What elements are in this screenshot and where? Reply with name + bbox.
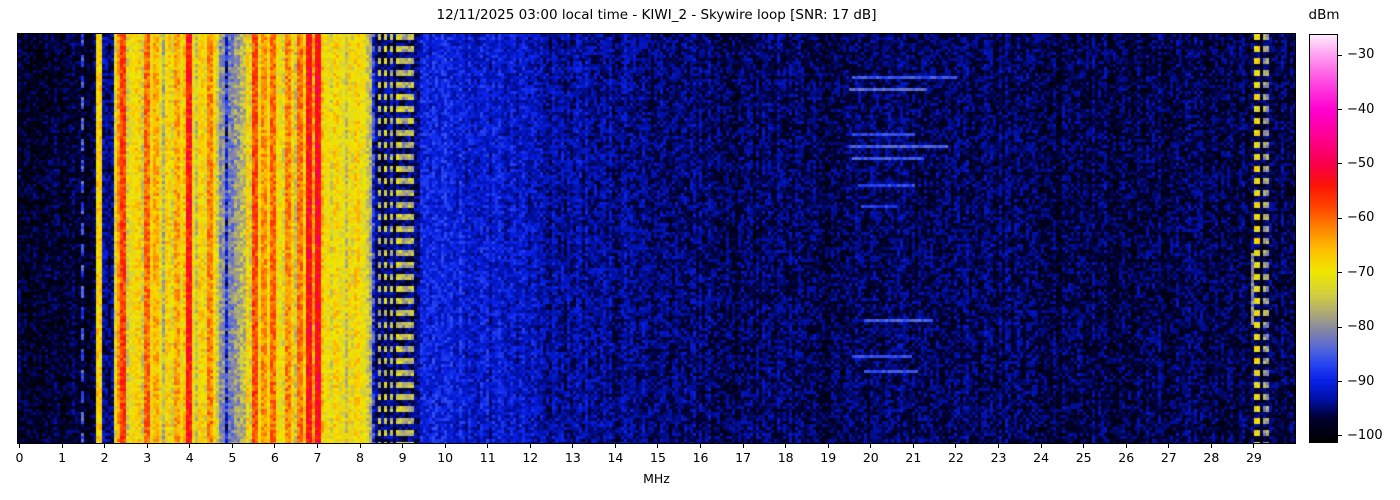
x-tick-mark [742,444,744,448]
x-tick-label: 4 [185,450,194,465]
colorbar-tick-mark [1338,381,1342,383]
x-tick-mark [1253,444,1255,448]
colorbar-tick-label: −100 [1347,427,1383,443]
colorbar-tick-label: −60 [1347,210,1375,226]
x-tick-mark [955,444,957,448]
colorbar-tick-label: −50 [1347,155,1375,171]
x-tick-label: 12 [522,450,539,465]
x-tick-mark [231,444,233,448]
x-tick-mark [785,444,787,448]
colorbar-tick-mark [1338,54,1342,56]
x-tick-mark [827,444,829,448]
colorbar-tick-mark [1338,217,1342,219]
x-tick-mark [614,444,616,448]
x-tick-mark [402,444,404,448]
x-tick-label: 25 [1075,450,1092,465]
spectrogram-figure: 12/11/2025 03:00 local time - KIWI_2 - S… [0,0,1400,500]
colorbar-tick-label: −90 [1347,373,1375,389]
x-tick-label: 22 [947,450,964,465]
x-tick-label: 19 [820,450,837,465]
colorbar-unit-label: dBm [1308,7,1340,23]
x-tick-mark [1040,444,1042,448]
x-tick-mark [19,444,20,448]
x-tick-mark [870,444,872,448]
x-tick-mark [1125,444,1127,448]
colorbar-tick-mark [1338,163,1342,165]
x-tick-mark [274,444,276,448]
x-tick-label: 28 [1203,450,1220,465]
colorbar-gradient-canvas [1310,35,1337,442]
colorbar-tick-label: −80 [1347,319,1375,335]
x-tick-label: 7 [313,450,322,465]
x-tick-mark [572,444,574,448]
x-tick-mark [444,444,446,448]
x-tick-label: 5 [228,450,237,465]
x-tick-label: 29 [1245,450,1262,465]
spectrogram-canvas [18,34,1295,443]
x-tick-mark [998,444,1000,448]
x-tick-label: 3 [143,450,152,465]
colorbar-tick-mark [1338,109,1342,111]
x-tick-mark [657,444,659,448]
x-tick-mark [146,444,148,448]
x-tick-label: 10 [437,450,454,465]
x-tick-label: 20 [862,450,879,465]
x-tick-mark [104,444,106,448]
x-tick-label: 17 [735,450,752,465]
x-tick-mark [529,444,531,448]
colorbar [1309,34,1338,443]
x-tick-label: 16 [692,450,709,465]
colorbar-tick-mark [1338,326,1342,328]
x-tick-label: 26 [1118,450,1135,465]
x-tick-mark [912,444,914,448]
colorbar-tick-mark [1338,435,1342,437]
x-tick-label: 23 [990,450,1007,465]
colorbar-tick-label: −70 [1347,264,1375,280]
x-tick-label: 2 [100,450,109,465]
x-tick-mark [316,444,318,448]
x-tick-label: 21 [905,450,922,465]
x-tick-mark [61,444,63,448]
x-tick-label: 9 [398,450,407,465]
x-tick-label: 8 [356,450,364,465]
x-axis-label: MHz [643,471,670,486]
x-tick-mark [700,444,702,448]
x-tick-label: 11 [479,450,496,465]
colorbar-tick-mark [1338,272,1342,274]
x-tick-mark [1210,444,1212,448]
x-tick-label: 13 [564,450,581,465]
x-tick-label: 0 [15,450,24,465]
x-tick-label: 1 [58,450,67,465]
spectrogram-plot-area [17,33,1296,444]
x-tick-mark [189,444,191,448]
chart-title: 12/11/2025 03:00 local time - KIWI_2 - S… [436,7,877,23]
x-tick-mark [1168,444,1170,448]
x-tick-mark [487,444,489,448]
x-tick-label: 14 [607,450,624,465]
x-tick-label: 6 [270,450,279,465]
x-tick-label: 24 [1033,450,1050,465]
colorbar-tick-label: −40 [1347,101,1375,117]
x-tick-mark [1083,444,1085,448]
x-tick-label: 18 [777,450,794,465]
x-tick-label: 15 [650,450,666,465]
colorbar-tick-label: −30 [1347,47,1375,63]
x-tick-label: 27 [1160,450,1177,465]
x-tick-mark [359,444,361,448]
